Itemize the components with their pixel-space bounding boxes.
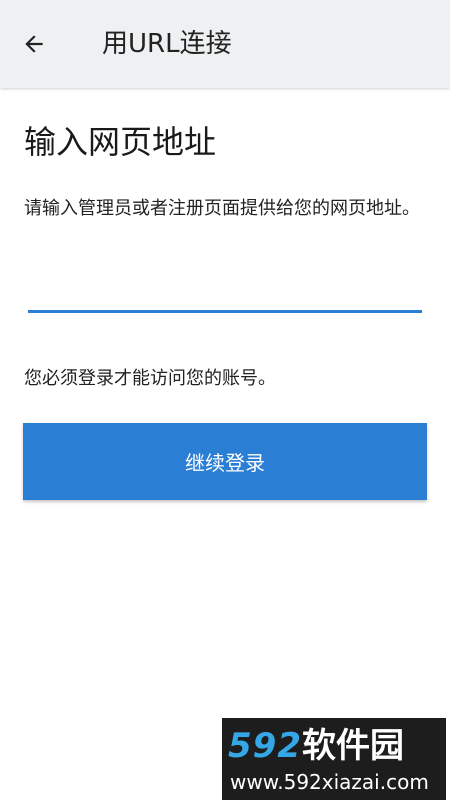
back-button[interactable] [14, 26, 54, 62]
watermark-number: 592 [228, 726, 302, 766]
instruction-text: 请输入管理员或者注册页面提供给您的网页地址。 [24, 198, 420, 219]
watermark-brand-text: 软件园 [301, 726, 404, 766]
watermark-brand: 592软件园 [228, 726, 404, 766]
page-header-title: 用URL连接 [102, 29, 232, 59]
page-title: 输入网页地址 [24, 123, 217, 161]
top-app-bar: 用URL连接 [0, 0, 450, 88]
watermark-logo: 592软件园 www.592xiazai.com [222, 718, 446, 800]
arrow-left-icon [25, 35, 43, 53]
watermark-url: www.592xiazai.com [230, 770, 429, 794]
continue-login-button[interactable]: 继续登录 [23, 423, 427, 500]
url-input[interactable] [28, 270, 422, 313]
login-note: 您必须登录才能访问您的账号。 [24, 368, 276, 389]
